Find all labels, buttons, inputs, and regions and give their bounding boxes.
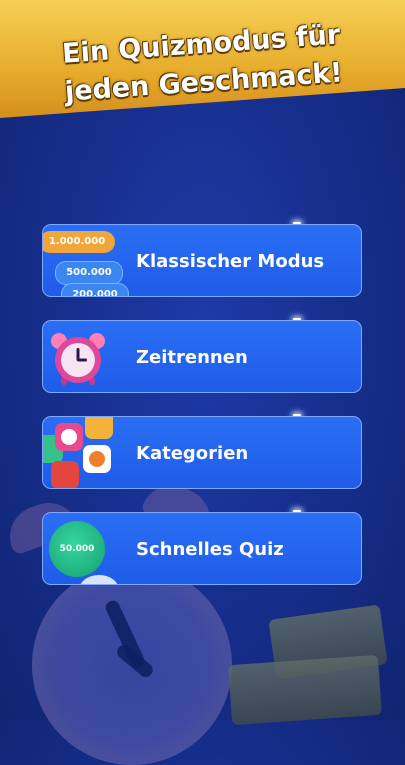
alarm-clock-graphic [51, 333, 105, 385]
coin-icon: 50.000 [43, 513, 133, 584]
basketball-icon [89, 451, 105, 467]
banner-title: Ein Quizmodus für jeden Geschmack! [0, 12, 405, 116]
mode-button-time-race[interactable]: Zeitrennen [42, 320, 362, 393]
money-pill: 200.000 [61, 283, 129, 296]
mode-label: Schnelles Quiz [136, 539, 284, 560]
money-pill: 1.000.000 [43, 231, 115, 253]
money-pill: 500.000 [55, 261, 123, 285]
paint-tile-icon [51, 461, 79, 488]
mode-button-quick-quiz[interactable]: 50.000 Schnelles Quiz [42, 512, 362, 585]
coin-value: 50.000 [49, 521, 105, 577]
mode-label: Zeitrennen [136, 347, 248, 368]
header-banner: Ein Quizmodus für jeden Geschmack! [0, 0, 405, 118]
alarm-clock-icon [43, 321, 133, 392]
category-tiles-icon [43, 417, 133, 488]
money-stack-icon: 1.000.000 500.000 200.000 [43, 225, 133, 296]
mode-label: Kategorien [136, 443, 249, 464]
mode-label: Klassischer Modus [136, 251, 325, 272]
film-reel-icon [61, 429, 77, 445]
category-tile [85, 417, 113, 439]
mode-button-categories[interactable]: Kategorien [42, 416, 362, 489]
background-gold-bar-icon [228, 654, 382, 726]
mode-button-classic[interactable]: 1.000.000 500.000 200.000 Klassischer Mo… [42, 224, 362, 297]
coin-stack-edge [79, 575, 119, 584]
